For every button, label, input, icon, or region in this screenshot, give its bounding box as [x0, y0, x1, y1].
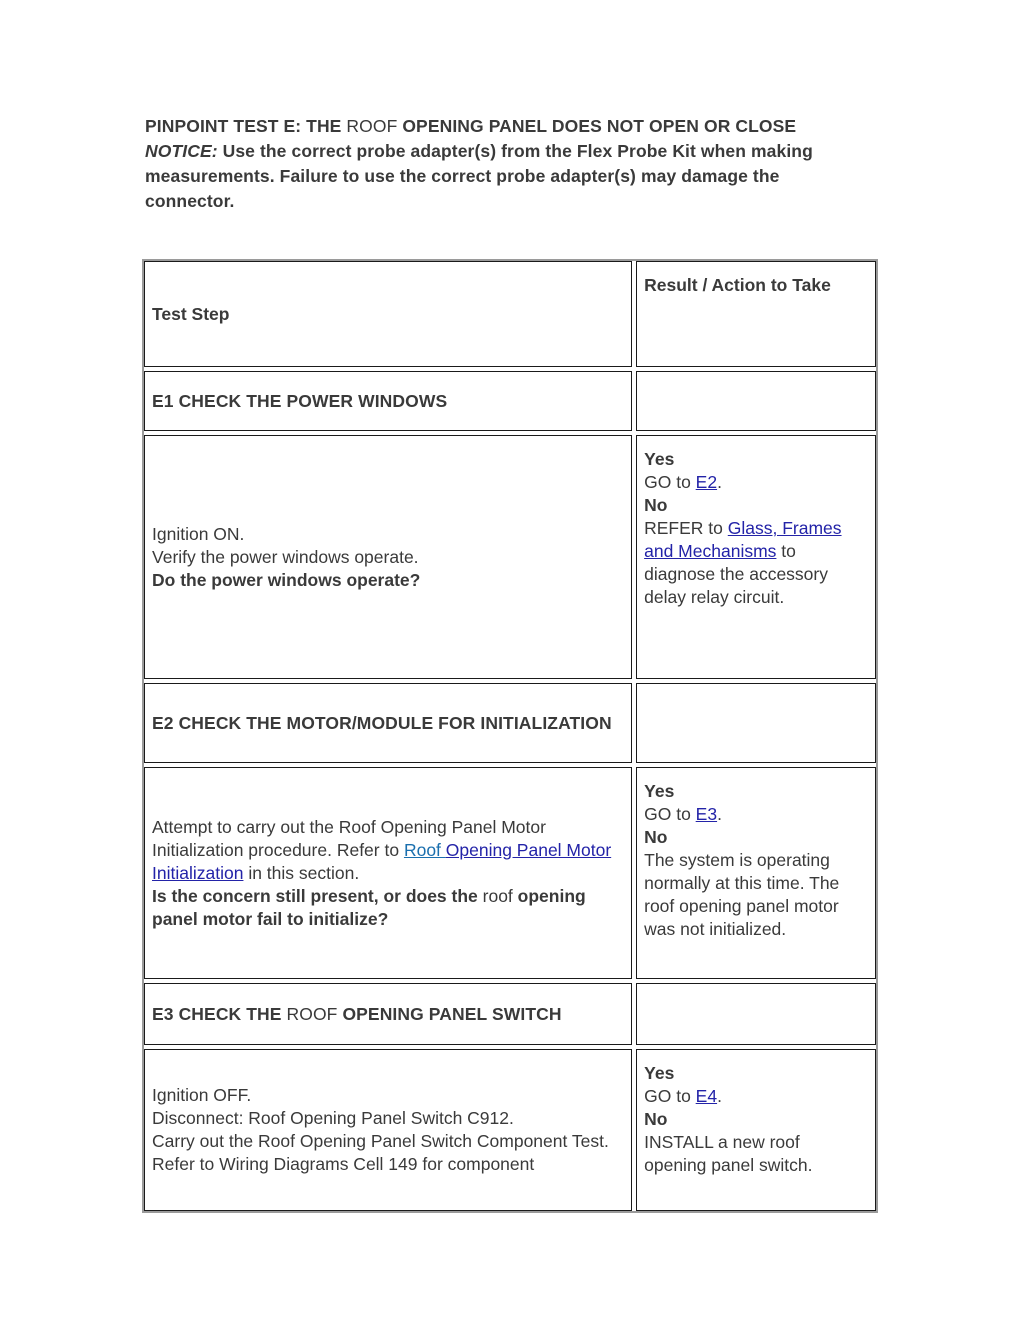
header-cell-test-step: Test Step [144, 261, 633, 367]
notice-paragraph: NOTICE: Use the correct probe adapter(s)… [145, 139, 845, 214]
e1-no-action: REFER to Glass, Frames and Mechanisms to… [644, 517, 866, 609]
cell-e3-result: Yes GO to E4. No INSTALL a new roof open… [636, 1049, 876, 1211]
e2-step-paragraph: Attempt to carry out the Roof Opening Pa… [152, 816, 622, 885]
e3-title-roof: ROOF [286, 1003, 343, 1024]
e3-title-part2: OPENING PANEL SWITCH [342, 1003, 562, 1024]
link-e2[interactable]: E2 [696, 472, 717, 492]
e1-step-question: Do the power windows operate? [152, 569, 421, 590]
cell-e3-step: Ignition OFF. Disconnect: Roof Opening P… [144, 1049, 633, 1211]
link-roof-opening-panel-motor-initialization-part1[interactable]: Roof [404, 840, 446, 860]
page-title-roof: ROOF [346, 116, 403, 136]
step-title-e2: E2 CHECK THE MOTOR/MODULE FOR INITIALIZA… [152, 712, 612, 733]
cell-e1-result: Yes GO to E2. No REFER to Glass, Frames … [636, 435, 876, 679]
page-title: PINPOINT TEST E: THE ROOF OPENING PANEL … [145, 114, 845, 139]
link-e3[interactable]: E3 [696, 804, 717, 824]
e2-yes-suffix: . [717, 804, 722, 824]
e3-step-line-4: Refer to Wiring Diagrams Cell 149 for co… [152, 1154, 535, 1174]
page-title-part3: OPENING PANEL DOES NOT OPEN OR CLOSE [402, 116, 797, 136]
e2-question-part1: Is the concern still present, or does th… [152, 885, 483, 906]
cell-e3-title: E3 CHECK THE ROOF OPENING PANEL SWITCH [144, 983, 633, 1045]
cell-e2-step: Attempt to carry out the Roof Opening Pa… [144, 767, 633, 979]
e1-step-line-2: Verify the power windows operate. [152, 546, 419, 567]
cell-e2-title: E2 CHECK THE MOTOR/MODULE FOR INITIALIZA… [144, 683, 633, 763]
cell-e1-title: E1 CHECK THE POWER WINDOWS [144, 371, 633, 431]
column-header-test-step: Test Step [152, 303, 230, 324]
e1-no-label: No [644, 495, 668, 515]
e2-no-label: No [644, 827, 668, 847]
e3-title-part1: E3 CHECK THE [152, 1003, 287, 1024]
e3-no-action: INSTALL a new roof opening panel switch. [644, 1132, 813, 1175]
e2-question-roof: roof [482, 885, 518, 906]
e1-yes-action: GO to E2. [644, 471, 866, 494]
e2-yes-prefix: GO to [644, 804, 696, 824]
table-row-e3-title: E3 CHECK THE ROOF OPENING PANEL SWITCH [144, 983, 876, 1045]
step-title-e1: E1 CHECK THE POWER WINDOWS [152, 390, 448, 411]
e3-yes-label: Yes [644, 1063, 675, 1083]
table-row-e2-content: Attempt to carry out the Roof Opening Pa… [144, 767, 876, 979]
e3-yes-action: GO to E4. [644, 1085, 866, 1108]
e2-yes-action: GO to E3. [644, 803, 866, 826]
e3-step-line-1: Ignition OFF. [152, 1085, 252, 1105]
notice-label: NOTICE: [145, 141, 218, 161]
pinpoint-test-table: Test Step Result / Action to Take E1 CHE… [142, 259, 878, 1213]
e1-yes-suffix: . [717, 472, 722, 492]
document-heading: PINPOINT TEST E: THE ROOF OPENING PANEL … [145, 114, 845, 214]
header-cell-result-action: Result / Action to Take [636, 261, 876, 367]
cell-e1-step: Ignition ON. Verify the power windows op… [144, 435, 633, 679]
column-header-result-action: Result / Action to Take [644, 275, 831, 295]
e1-step-line-1: Ignition ON. [152, 523, 245, 544]
table-row-e1-title: E1 CHECK THE POWER WINDOWS [144, 371, 876, 431]
page-title-part1: PINPOINT TEST E: THE [145, 116, 347, 136]
e3-step-line-2: Disconnect: Roof Opening Panel Switch C9… [152, 1108, 514, 1128]
link-e4[interactable]: E4 [696, 1086, 717, 1106]
e3-step-line-3: Carry out the Roof Opening Panel Switch … [152, 1131, 609, 1151]
table-header-row: Test Step Result / Action to Take [144, 261, 876, 367]
e2-step-question: Is the concern still present, or does th… [152, 885, 622, 931]
document-page: PINPOINT TEST E: THE ROOF OPENING PANEL … [0, 0, 1020, 1320]
cell-e2-result: Yes GO to E3. No The system is operating… [636, 767, 876, 979]
e2-step-suffix: in this section. [243, 862, 360, 883]
e1-yes-label: Yes [644, 449, 675, 469]
cell-e1-title-result [636, 371, 876, 431]
cell-e2-title-result [636, 683, 876, 763]
cell-e3-title-result [636, 983, 876, 1045]
step-title-e3: E3 CHECK THE ROOF OPENING PANEL SWITCH [152, 1004, 562, 1024]
table-row-e1-content: Ignition ON. Verify the power windows op… [144, 435, 876, 679]
e2-no-action: The system is operating normally at this… [644, 850, 840, 939]
e3-yes-prefix: GO to [644, 1086, 696, 1106]
table-row-e2-title: E2 CHECK THE MOTOR/MODULE FOR INITIALIZA… [144, 683, 876, 763]
e2-yes-label: Yes [644, 781, 675, 801]
e1-yes-prefix: GO to [644, 472, 696, 492]
table-row-e3-content: Ignition OFF. Disconnect: Roof Opening P… [144, 1049, 876, 1211]
notice-text: Use the correct probe adapter(s) from th… [145, 141, 813, 211]
e3-yes-suffix: . [717, 1086, 722, 1106]
e3-no-label: No [644, 1109, 668, 1129]
e1-no-prefix: REFER to [644, 518, 728, 538]
